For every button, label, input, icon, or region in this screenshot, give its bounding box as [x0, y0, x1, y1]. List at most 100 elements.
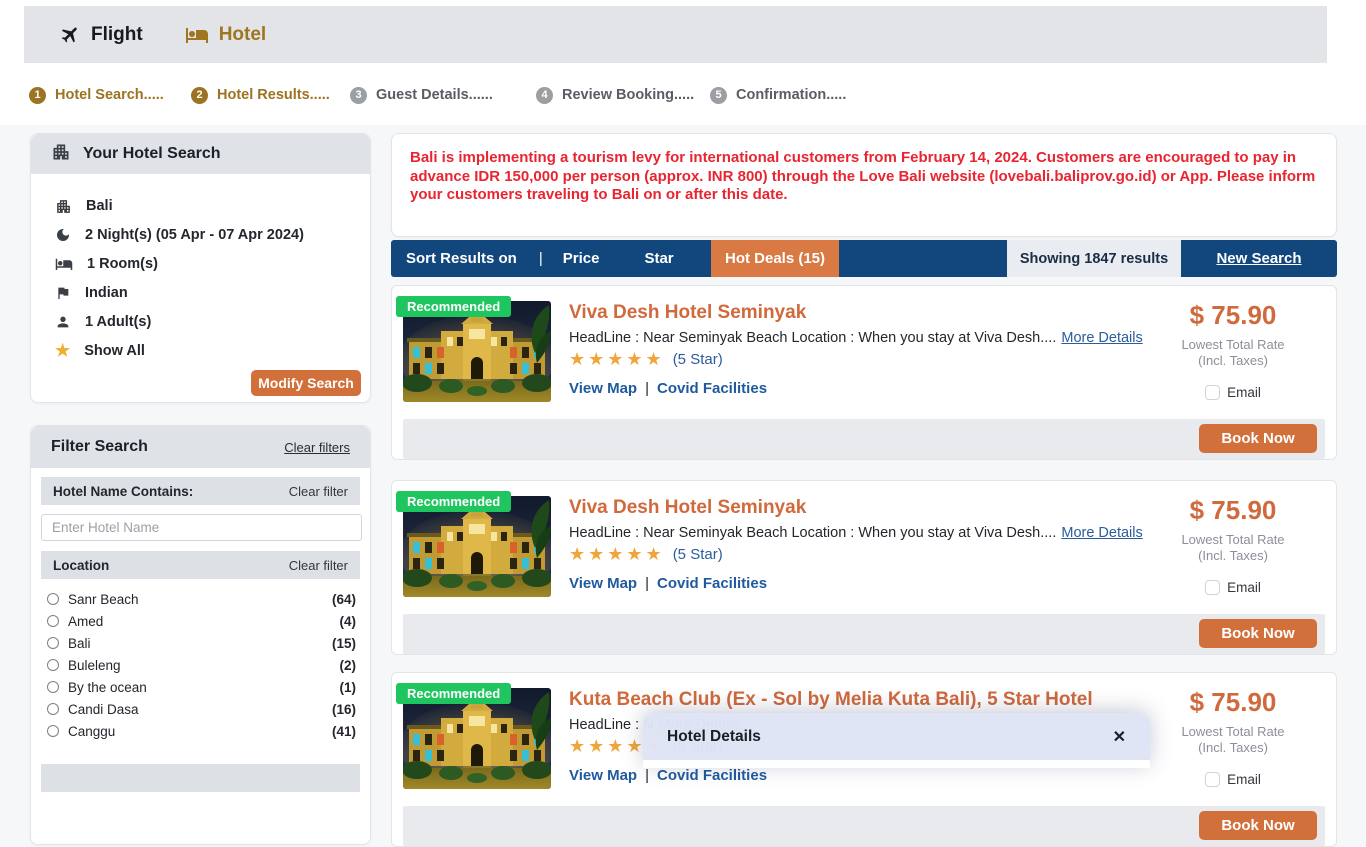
email-option: Email	[1158, 580, 1308, 595]
price-column: $ 75.90 Lowest Total Rate (Incl. Taxes) …	[1158, 300, 1308, 400]
location-option[interactable]: Buleleng (2)	[47, 655, 356, 675]
filter-card-title: Filter Search	[51, 438, 148, 456]
book-now-button[interactable]: Book Now	[1199, 619, 1317, 648]
modal-header: Hotel Details ✕	[643, 713, 1150, 760]
hotel-card: Recommended Viva Desh Hotel Seminyak Hea…	[391, 285, 1337, 460]
book-now-button[interactable]: Book Now	[1199, 811, 1317, 840]
radio-icon[interactable]	[47, 703, 59, 715]
star-rating: ★★★★★	[569, 349, 665, 370]
step-hotel-results[interactable]: 2 Hotel Results.....	[191, 85, 330, 105]
notice-text: Bali is implementing a tourism levy for …	[410, 149, 1318, 205]
location-option[interactable]: By the ocean (1)	[47, 677, 356, 697]
sort-divider: |	[539, 250, 543, 267]
email-checkbox[interactable]	[1205, 385, 1220, 400]
book-bar: Book Now	[403, 806, 1325, 846]
summary-destination: Bali	[55, 196, 113, 216]
location-count: (16)	[332, 702, 356, 717]
hotel-details-modal: Hotel Details ✕	[643, 713, 1150, 768]
step-number: 4	[536, 87, 553, 104]
hotel-links-row: View Map|Covid Facilities	[569, 575, 767, 592]
hotel-name-filter-header: Hotel Name Contains: Clear filter	[41, 477, 360, 505]
location-count: (4)	[340, 614, 357, 629]
star-rating-row: ★★★★★ (5 Star)	[569, 544, 723, 565]
hotel-name-filter-label: Hotel Name Contains:	[53, 484, 193, 499]
view-map-link[interactable]: View Map	[569, 767, 637, 784]
radio-icon[interactable]	[47, 659, 59, 671]
new-search-button[interactable]: New Search	[1181, 240, 1337, 277]
summary-nights-text: 2 Night(s) (05 Apr - 07 Apr 2024)	[85, 227, 304, 243]
location-option[interactable]: Amed (4)	[47, 611, 356, 631]
covid-facilities-link[interactable]: Covid Facilities	[657, 767, 767, 784]
star-rating-label: (5 Star)	[673, 351, 723, 368]
rate-caption-2: (Incl. Taxes)	[1158, 353, 1308, 369]
hotel-price: $ 75.90	[1158, 687, 1308, 718]
recommended-badge: Recommended	[396, 491, 511, 512]
hotel-headline: HeadLine : Near Seminyak Beach Location …	[569, 525, 1143, 541]
modify-search-button[interactable]: Modify Search	[251, 370, 361, 396]
step-label: Hotel Results.....	[217, 87, 330, 103]
radio-icon[interactable]	[47, 593, 59, 605]
location-name: Canggu	[68, 724, 115, 739]
tab-flight[interactable]: Flight	[60, 24, 143, 46]
tab-hotel[interactable]: Hotel	[185, 23, 267, 47]
covid-facilities-link[interactable]: Covid Facilities	[657, 575, 767, 592]
new-search-label: New Search	[1216, 250, 1301, 267]
clear-filters-link[interactable]: Clear filters	[284, 440, 350, 455]
hot-deals-tab[interactable]: Hot Deals (15)	[711, 240, 839, 277]
clear-location-filter[interactable]: Clear filter	[289, 558, 348, 573]
view-map-link[interactable]: View Map	[569, 575, 637, 592]
sort-by-star[interactable]: Star	[644, 250, 673, 267]
step-guest-details: 3 Guest Details......	[350, 85, 493, 105]
email-label: Email	[1227, 772, 1261, 787]
hotel-name-link[interactable]: Viva Desh Hotel Seminyak	[569, 302, 806, 324]
location-name: Amed	[68, 614, 103, 629]
hotel-name-link[interactable]: Kuta Beach Club (Ex - Sol by Melia Kuta …	[569, 689, 1093, 711]
radio-icon[interactable]	[47, 725, 59, 737]
step-label: Confirmation.....	[736, 87, 846, 103]
step-hotel-search[interactable]: 1 Hotel Search.....	[29, 85, 164, 105]
radio-icon[interactable]	[47, 637, 59, 649]
book-bar: Book Now	[403, 419, 1325, 459]
tab-hotel-label: Hotel	[219, 24, 267, 46]
more-details-link[interactable]: More Details	[1061, 525, 1142, 541]
location-option[interactable]: Sanr Beach (64)	[47, 589, 356, 609]
filter-card-header: Filter Search Clear filters	[31, 426, 370, 468]
hotel-search-summary-card: Your Hotel Search Bali 2 Night(s) (05 Ap…	[30, 133, 371, 403]
location-option[interactable]: Candi Dasa (16)	[47, 699, 356, 719]
location-name: Candi Dasa	[68, 702, 139, 717]
location-option[interactable]: Bali (15)	[47, 633, 356, 653]
clear-hotel-name-filter[interactable]: Clear filter	[289, 484, 348, 499]
email-checkbox[interactable]	[1205, 580, 1220, 595]
sort-results-bar: Sort Results on | Price Star Hot Deals (…	[391, 240, 1337, 277]
step-label: Hotel Search.....	[55, 87, 164, 103]
hotel-headline: HeadLine : Near Seminyak Beach Location …	[569, 330, 1143, 346]
email-checkbox[interactable]	[1205, 772, 1220, 787]
hotel-links-row: View Map|Covid Facilities	[569, 767, 767, 784]
hotel-price: $ 75.90	[1158, 495, 1308, 526]
summary-star-filter: ★ Show All	[55, 341, 145, 361]
modal-title: Hotel Details	[667, 728, 761, 746]
flag-icon	[55, 285, 71, 301]
more-details-link[interactable]: More Details	[1061, 330, 1142, 346]
radio-icon[interactable]	[47, 615, 59, 627]
radio-icon[interactable]	[47, 681, 59, 693]
hotel-name-link[interactable]: Viva Desh Hotel Seminyak	[569, 497, 806, 519]
close-icon[interactable]: ✕	[1113, 727, 1126, 747]
location-option[interactable]: Canggu (41)	[47, 721, 356, 741]
summary-card-title: Your Hotel Search	[83, 145, 221, 163]
bed-icon	[55, 255, 73, 273]
hotel-name-input[interactable]	[41, 514, 362, 541]
location-filter-label: Location	[53, 558, 109, 573]
step-number: 1	[29, 87, 46, 104]
sortbar-filler	[839, 240, 1007, 277]
view-map-link[interactable]: View Map	[569, 380, 637, 397]
sort-by-price[interactable]: Price	[563, 250, 600, 267]
location-name: Bali	[68, 636, 91, 651]
modal-body	[643, 760, 1150, 768]
covid-facilities-link[interactable]: Covid Facilities	[657, 380, 767, 397]
book-now-button[interactable]: Book Now	[1199, 424, 1317, 453]
sort-results-label: Sort Results on	[406, 250, 517, 267]
location-count: (41)	[332, 724, 356, 739]
price-column: $ 75.90 Lowest Total Rate (Incl. Taxes) …	[1158, 495, 1308, 595]
links-divider: |	[645, 380, 649, 397]
